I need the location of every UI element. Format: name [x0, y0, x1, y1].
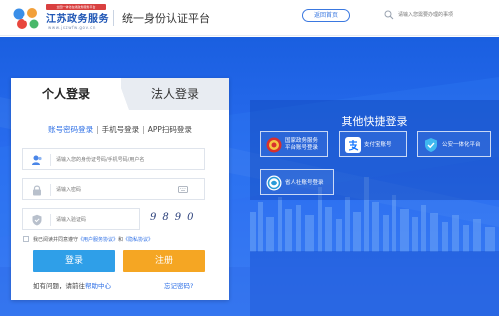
login-button[interactable]: 登录 — [33, 250, 115, 272]
method-phone[interactable]: 手机号登录 — [102, 125, 140, 134]
help-center-link[interactable]: 帮助中心 — [85, 282, 111, 290]
verification-code-input[interactable] — [56, 214, 136, 226]
site-url: www.jszwfw.gov.cn — [48, 25, 97, 30]
service-agreement-link[interactable]: 《用户服务协议》 — [78, 237, 118, 243]
alipay-login-label: 支付宝账号 — [364, 141, 392, 148]
privacy-agreement-link[interactable]: 《隐私协议》 — [123, 237, 153, 243]
login-method-switcher: 账号密码登录 | 手机号登录 | APP扫码登录 — [48, 125, 192, 134]
site-name[interactable]: 江苏政务服务 — [46, 10, 109, 25]
method-app-scan[interactable]: APP扫码登录 — [148, 125, 192, 134]
tab-personal-login[interactable]: 个人登录 — [11, 78, 121, 110]
police-platform-login-button[interactable]: 公安一体化平台 — [417, 131, 491, 157]
alipay-icon — [345, 137, 361, 153]
hrss-login-button[interactable]: 省人社账号登录 — [260, 169, 334, 195]
username-field[interactable] — [22, 148, 205, 170]
search-box[interactable] — [380, 7, 492, 23]
platform-title: 统一身份认证平台 — [122, 12, 210, 25]
alipay-login-button[interactable]: 支付宝账号 — [339, 131, 407, 157]
password-field[interactable] — [22, 178, 205, 200]
verification-code-field[interactable] — [22, 208, 140, 230]
shield-check-icon — [32, 214, 42, 226]
jiangsu-logo-icon[interactable] — [10, 5, 42, 31]
agreement-checkbox[interactable] — [23, 236, 29, 242]
help-text: 如有问题，请前往帮助中心 — [33, 282, 111, 290]
register-button[interactable]: 注册 — [123, 250, 205, 272]
hrss-login-label: 省人社账号登录 — [285, 179, 324, 186]
lock-icon — [33, 185, 41, 196]
quick-login-title: 其他快捷登录 — [341, 115, 408, 128]
police-platform-login-label: 公安一体化平台 — [442, 141, 481, 148]
national-gov-login-label: 国家政务服务 平台账号登录 — [285, 138, 319, 151]
search-input[interactable] — [398, 10, 490, 20]
username-input[interactable] — [56, 154, 176, 166]
hrss-logo-icon — [266, 175, 282, 191]
top-bar: 全国一体化在线政务服务平台 江苏政务服务 www.jszwfw.gov.cn 统… — [0, 0, 499, 36]
password-input[interactable] — [56, 184, 176, 196]
search-icon[interactable] — [384, 10, 394, 20]
national-emblem-icon — [266, 137, 282, 153]
tab-legal-login[interactable]: 法人登录 — [121, 78, 229, 110]
back-home-button[interactable]: 返回首页 — [302, 9, 350, 22]
captcha-image[interactable]: 9890 — [150, 212, 208, 228]
keyboard-icon[interactable] — [178, 186, 188, 193]
header-divider — [113, 10, 114, 26]
user-icon — [32, 155, 42, 165]
agreement-text: 我已阅读并同意遵守《用户服务协议》和《隐私协议》 — [33, 237, 154, 243]
police-shield-icon — [425, 138, 437, 152]
forgot-password-link[interactable]: 忘记密码? — [164, 280, 193, 290]
method-password[interactable]: 账号密码登录 — [48, 125, 93, 134]
national-gov-login-button[interactable]: 国家政务服务 平台账号登录 — [260, 131, 328, 157]
